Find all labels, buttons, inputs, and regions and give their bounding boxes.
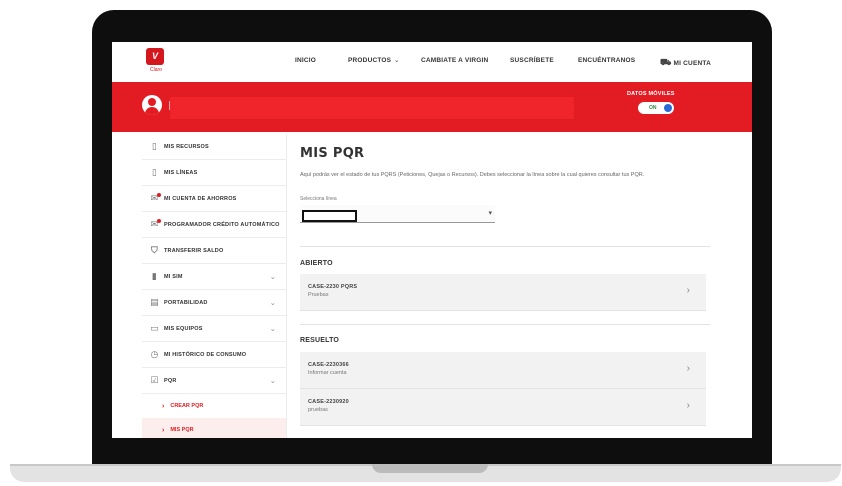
nav-item-cambiate[interactable]: CAMBIATE A VIRGIN — [421, 57, 488, 64]
sidebar-item-cuenta-ahorros[interactable]: ✉ MI CUENTA DE AHORROS — [142, 186, 286, 212]
screen: V Claro INICIO PRODUCTOS ⌄ CAMBIATE A VIR… — [112, 42, 752, 438]
device-icon: ▭ — [150, 323, 159, 333]
chevron-down-icon: ⌄ — [269, 299, 276, 307]
sidebar-item-label: MI SIM — [164, 273, 183, 280]
sidebar-item-programador-credito[interactable]: ✉ PROGRAMADOR CRÉDITO AUTOMÁTICO — [142, 212, 286, 238]
divider — [300, 324, 710, 325]
chevron-right-icon: › — [686, 285, 690, 296]
toggle-state-text: ON — [649, 105, 657, 111]
case-id: CASE-2230 PQRS — [308, 284, 358, 290]
sidebar-item-portabilidad[interactable]: ▤ PORTABILIDAD ⌄ — [142, 290, 286, 316]
nav-item-suscribete[interactable]: SUSCRÍBETE — [510, 57, 554, 64]
main-content: MIS PQR Aquí podrás ver el estado de tus… — [300, 134, 710, 438]
case-description: Informar cuenta — [308, 370, 347, 376]
brand-logo[interactable]: V Claro — [142, 48, 174, 78]
divider — [300, 246, 710, 247]
chevron-down-icon: ⌄ — [269, 377, 276, 385]
logo-mark-icon: V — [146, 48, 164, 65]
sidebar-item-mis-equipos[interactable]: ▭ MIS EQUIPOS ⌄ — [142, 316, 286, 342]
sidebar-item-label: TRANSFERIR SALDO — [164, 247, 224, 254]
sidebar-item-label: PROGRAMADOR CRÉDITO AUTOMÁTICO — [164, 221, 280, 228]
case-row[interactable]: CASE-2230366 Informar cuenta › — [300, 352, 706, 389]
case-id: CASE-2230366 — [308, 362, 349, 368]
sidebar-subitem-mis-pqr[interactable]: › MIS PQR — [142, 418, 286, 438]
case-id: CASE-2230920 — [308, 399, 349, 405]
open-cases-card: CASE-2230 PQRS Pruebas › — [300, 274, 706, 311]
sidebar: ▯ MIS RECURSOS ▯ MIS LÍNEAS ✉ MI CUENTA … — [142, 134, 287, 438]
sidebar-item-label: MIS LÍNEAS — [164, 169, 198, 176]
nav-item-encuentranos[interactable]: ENCUÉNTRANOS — [578, 57, 635, 64]
logo-text: Claro — [150, 67, 162, 73]
user-avatar-icon[interactable] — [142, 95, 162, 115]
chevron-down-icon: ⌄ — [394, 58, 400, 64]
sidebar-item-pqr[interactable]: ☑ PQR ⌄ — [142, 368, 286, 394]
chevron-right-icon: › — [162, 402, 165, 410]
sidebar-item-historico-consumo[interactable]: ◷ MI HISTÓRICO DE CONSUMO — [142, 342, 286, 368]
sidebar-subitem-crear-pqr[interactable]: › CREAR PQR — [142, 394, 286, 418]
checklist-icon: ☑ — [150, 375, 159, 385]
chevron-right-icon: › — [162, 426, 165, 434]
chevron-down-icon: ⌄ — [269, 273, 276, 281]
sidebar-item-label: PORTABILIDAD — [164, 299, 208, 306]
mobile-data-label: DATOS MÓVILES — [627, 91, 675, 97]
case-row[interactable]: CASE-2230 PQRS Pruebas › — [300, 274, 706, 310]
sidebar-subitem-label: CREAR PQR — [170, 403, 204, 409]
toggle-knob — [664, 104, 672, 112]
clock-icon: ◷ — [150, 349, 159, 359]
chevron-down-icon: ⌄ — [269, 325, 276, 333]
chevron-right-icon: › — [686, 400, 690, 411]
chevron-right-icon: › — [686, 363, 690, 374]
nav-item-label: PRODUCTOS — [348, 57, 392, 64]
line-select-value-redacted — [302, 210, 357, 222]
case-row[interactable]: CASE-2230920 pruebas › — [300, 389, 706, 425]
shield-icon: ⛉ — [151, 245, 158, 255]
cart-icon: ⛟ — [660, 57, 672, 67]
line-select-label: Selecciona línea — [300, 196, 337, 202]
nav-item-inicio[interactable]: INICIO — [295, 57, 316, 64]
sidebar-item-mis-lineas[interactable]: ▯ MIS LÍNEAS — [142, 160, 286, 186]
sidebar-item-mis-recursos[interactable]: ▯ MIS RECURSOS — [142, 134, 286, 160]
document-icon: ▤ — [150, 297, 159, 307]
resolved-cases-card: CASE-2230366 Informar cuenta › CASE-2230… — [300, 352, 706, 426]
section-title-resuelto: RESUELTO — [300, 337, 340, 344]
sidebar-item-label: MIS EQUIPOS — [164, 325, 203, 332]
sidebar-item-label: MI CUENTA DE AHORROS — [164, 195, 237, 202]
sim-icon: ▮ — [151, 271, 158, 281]
chevron-down-icon: ▾ — [488, 210, 492, 217]
line-select[interactable]: ▾ — [300, 205, 495, 223]
sidebar-item-label: PQR — [164, 377, 177, 384]
page-title: MIS PQR — [300, 146, 365, 161]
sidebar-item-label: MIS RECURSOS — [164, 143, 209, 150]
sidebar-item-label: MI HISTÓRICO DE CONSUMO — [164, 351, 247, 358]
case-description: Pruebas — [308, 292, 329, 298]
nav-item-label: MI CUENTA — [673, 60, 711, 67]
envelope-icon: ✉ — [149, 219, 161, 230]
phone-icon: ▯ — [151, 167, 158, 177]
sidebar-item-mi-sim[interactable]: ▮ MI SIM ⌄ — [142, 264, 286, 290]
laptop-notch — [372, 464, 488, 473]
envelope-icon: ✉ — [149, 193, 161, 204]
phone-icon: ▯ — [151, 141, 158, 151]
nav-item-mi-cuenta[interactable]: ⛟ MI CUENTA — [660, 57, 711, 69]
section-title-abierto: ABIERTO — [300, 260, 333, 267]
sidebar-subitem-label: MIS PQR — [170, 427, 194, 433]
case-description: pruebas — [308, 407, 328, 413]
top-navigation: V Claro INICIO PRODUCTOS ⌄ CAMBIATE A VIR… — [112, 42, 752, 83]
user-name-redacted — [170, 97, 574, 119]
page-description: Aquí podrás ver el estado de tus PQRS (P… — [300, 172, 645, 178]
nav-item-productos[interactable]: PRODUCTOS ⌄ — [348, 57, 399, 64]
sidebar-item-transferir-saldo[interactable]: ⛉ TRANSFERIR SALDO — [142, 238, 286, 264]
mobile-data-toggle[interactable]: ON — [638, 102, 674, 114]
